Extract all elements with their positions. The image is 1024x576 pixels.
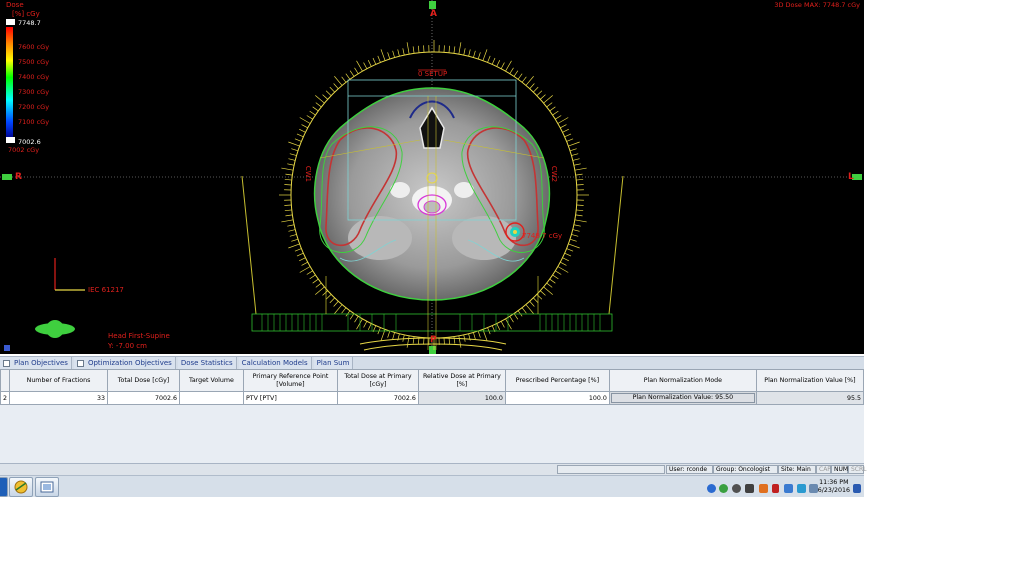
max-dose-readout: 3D Dose MAX: 7748.7 cGy — [774, 1, 860, 9]
orientation-anterior: A — [430, 9, 437, 19]
tab-label: Plan Objectives — [14, 359, 68, 367]
row-selector-header — [0, 369, 11, 392]
point-dose-label: 7748.7 cGy — [522, 232, 563, 240]
network-icon[interactable] — [707, 484, 716, 493]
table-row[interactable]: 2 33 7002.6 PTV [PTV] 7002.6 100.0 100.0… — [0, 391, 865, 405]
status-user: User: rconde — [666, 465, 713, 474]
orientation-posterior: P — [430, 335, 437, 345]
legend-min-value: 7002.6 — [18, 138, 41, 146]
status-bar: User: rconde Group: Oncologist Site: Mai… — [0, 463, 867, 475]
status-num: NUM — [831, 465, 848, 474]
eclipse-application: Dose [%] cGy 7748.7 7600 cGy 7500 cGy 74… — [0, 0, 867, 497]
show-desktop-icon[interactable] — [853, 484, 861, 493]
status-scrl: SCRL — [848, 465, 867, 474]
legend-level-2: 7500 cGy — [18, 58, 50, 66]
optimization-objectives-checkbox[interactable] — [76, 359, 84, 367]
tab-plan-objectives[interactable]: Plan Objectives — [0, 357, 72, 369]
header-total-dose[interactable]: Total Dose [cGy] — [107, 369, 180, 392]
document-viewer-icon[interactable] — [35, 477, 59, 497]
eclipse-app-icon[interactable] — [9, 477, 33, 497]
legend-min-marker[interactable] — [6, 137, 15, 143]
header-relative-dose[interactable]: Relative Dose at Primary [%] — [417, 369, 506, 392]
status-cap: CAP — [816, 465, 831, 474]
header-prescribed-percentage[interactable]: Prescribed Percentage [%] — [504, 369, 610, 392]
ct-dose-image — [0, 0, 864, 354]
cell-total-dose[interactable]: 7002.6 — [107, 391, 180, 405]
cell-relative-dose: 100.0 — [417, 391, 506, 405]
transversal-dose-viewer[interactable]: Dose [%] cGy 7748.7 7600 cGy 7500 cGy 74… — [0, 0, 864, 354]
header-plan-normalization-value[interactable]: Plan Normalization Value [%] — [755, 369, 865, 392]
row-index: 2 — [0, 391, 11, 405]
tab-label: Calculation Models — [241, 359, 308, 367]
dose-title: Dose — [6, 1, 24, 9]
dose-color-bar — [6, 27, 13, 139]
header-plan-normalization-mode[interactable]: Plan Normalization Mode — [608, 369, 757, 392]
orientation-left: L — [848, 172, 854, 182]
cell-fractions[interactable]: 33 — [9, 391, 108, 405]
plan-tabs: Plan Objectives Optimization Objectives … — [0, 356, 864, 369]
cell-primary-reference[interactable]: PTV [PTV] — [242, 391, 338, 405]
iec-label: IEC 61217 — [88, 286, 124, 294]
system-clock[interactable]: 11:36 PM 6/23/2016 — [818, 479, 850, 495]
cell-target-volume[interactable] — [178, 391, 244, 405]
start-button[interactable] — [0, 477, 8, 497]
legend-min-unit: 7002 cGy — [8, 146, 40, 154]
normalization-mode-button[interactable]: Plan Normalization Value: 95.50 — [610, 393, 755, 403]
tab-plan-sum[interactable]: Plan Sum — [313, 357, 354, 369]
legend-level-1: 7600 cGy — [18, 43, 50, 51]
field-label-left: CW1 — [304, 165, 313, 183]
legend-level-4: 7300 cGy — [18, 88, 50, 96]
header-number-of-fractions[interactable]: Number of Fractions — [9, 369, 108, 392]
windows-taskbar: 11:36 PM 6/23/2016 — [0, 475, 864, 497]
legend-level-6: 7100 cGy — [18, 118, 50, 126]
cell-prescribed-percentage[interactable]: 100.0 — [504, 391, 610, 405]
patient-position-label: Head First-Supine — [108, 332, 170, 340]
legend-level-3: 7400 cGy — [18, 73, 50, 81]
cell-dose-at-primary[interactable]: 7002.6 — [336, 391, 419, 405]
clock-time: 11:36 PM — [819, 479, 849, 486]
prescription-grid: Number of Fractions Total Dose [cGy] Tar… — [0, 369, 865, 463]
field-label-right: CW2 — [550, 165, 559, 183]
plan-objectives-checkbox[interactable] — [3, 359, 10, 367]
slice-position-label: Y: -7.00 cm — [108, 342, 147, 350]
header-primary-reference-point[interactable]: Primary Reference Point [Volume] — [242, 369, 338, 392]
legend-max-value: 7748.7 — [18, 19, 41, 27]
monitor-icon[interactable] — [784, 484, 793, 493]
pen-icon[interactable] — [772, 484, 779, 493]
status-group: Group: Oncologist — [713, 465, 778, 474]
cell-normalization-mode[interactable]: Plan Normalization Value: 95.50 — [608, 391, 757, 405]
orientation-right: R — [15, 172, 22, 182]
tab-optimization-objectives[interactable]: Optimization Objectives — [73, 357, 176, 369]
update-icon[interactable] — [759, 484, 768, 493]
clock-date: 6/23/2016 — [817, 487, 850, 494]
legend-level-5: 7200 cGy — [18, 103, 50, 111]
sync-icon[interactable] — [745, 484, 754, 493]
tab-label: Plan Sum — [316, 359, 350, 367]
tab-label: Dose Statistics — [180, 359, 233, 367]
cell-normalization-value: 95.5 — [755, 391, 865, 405]
volume-icon[interactable] — [797, 484, 806, 493]
disk-icon[interactable] — [732, 484, 741, 493]
header-target-volume[interactable]: Target Volume — [178, 369, 244, 392]
grid-header-row: Number of Fractions Total Dose [cGy] Tar… — [0, 369, 865, 392]
dose-unit-label: [%] cGy — [12, 10, 40, 18]
printer-icon[interactable] — [809, 484, 818, 493]
antivirus-icon[interactable] — [719, 484, 728, 493]
status-progress — [557, 465, 665, 474]
tab-dose-statistics[interactable]: Dose Statistics — [177, 357, 237, 369]
status-site: Site: Main — [778, 465, 816, 474]
tab-label: Optimization Objectives — [87, 359, 172, 367]
tab-calculation-models[interactable]: Calculation Models — [238, 357, 312, 369]
setup-field-label: 0 SETUP — [418, 70, 448, 78]
legend-max-marker[interactable] — [6, 19, 15, 25]
header-total-dose-at-primary[interactable]: Total Dose at Primary [cGy] — [336, 369, 419, 392]
